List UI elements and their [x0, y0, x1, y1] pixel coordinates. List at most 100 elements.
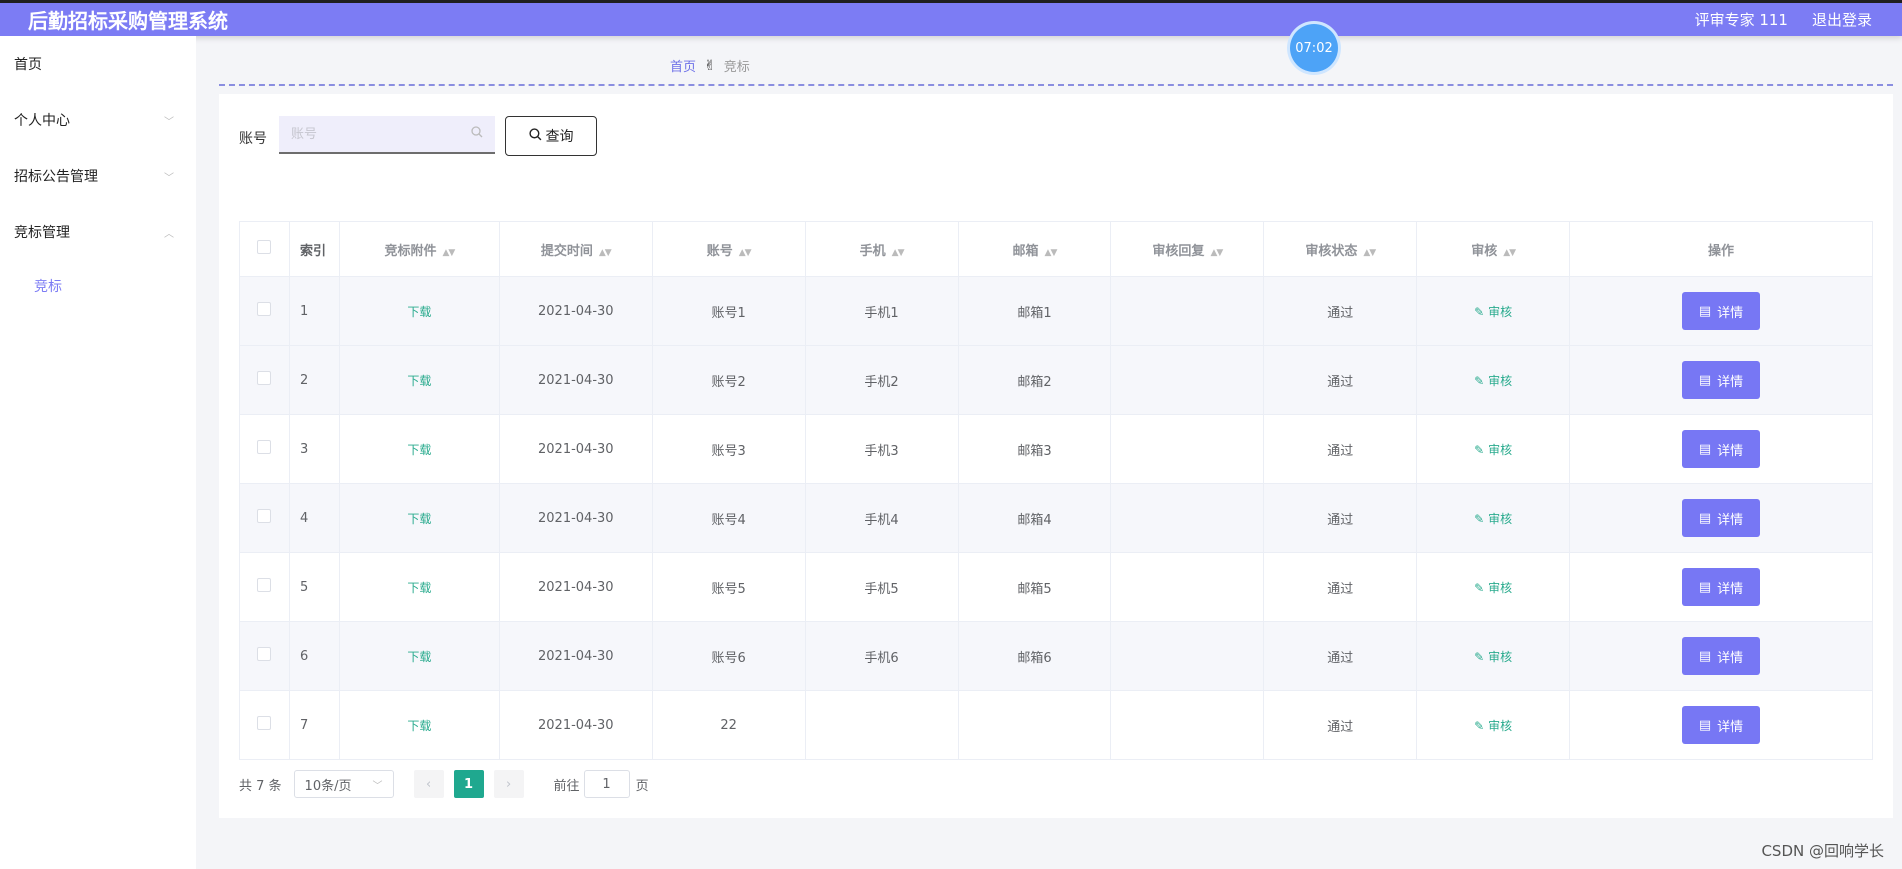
column-header-attachment[interactable]: 竞标附件 ▲▼ — [339, 221, 500, 277]
next-page-button[interactable]: › — [493, 770, 524, 798]
detail-button-label: 详情 — [1717, 650, 1744, 666]
cell-email — [958, 690, 1112, 760]
sidebar-item-bid-management[interactable]: 竞标管理 ︿ — [0, 204, 196, 260]
edit-icon: ✎ — [1474, 718, 1485, 733]
row-checkbox[interactable] — [257, 509, 272, 523]
edit-icon: ✎ — [1474, 304, 1485, 319]
cell-email: 邮箱6 — [958, 621, 1112, 691]
row-checkbox[interactable] — [257, 578, 272, 592]
audit-link[interactable]: ✎ 审核 — [1474, 374, 1512, 388]
cell-time: 2021-04-30 — [499, 276, 653, 346]
watermark: CSDN @回响学长 — [1761, 842, 1884, 860]
column-header-label: 审核 — [1471, 243, 1498, 259]
detail-button[interactable]: ▤ 详情 — [1682, 637, 1761, 675]
chevron-left-icon: ‹ — [425, 776, 432, 792]
sidebar-item-home[interactable]: 首页 — [0, 36, 196, 92]
timer-badge: 07:02 — [1290, 24, 1338, 72]
detail-button[interactable]: ▤ 详情 — [1682, 706, 1761, 744]
cell-action: ▤ 详情 — [1569, 483, 1873, 553]
audit-link[interactable]: ✎ 审核 — [1474, 443, 1512, 457]
detail-button[interactable]: ▤ 详情 — [1682, 361, 1761, 399]
logout-link[interactable]: 退出登录 — [1812, 9, 1872, 30]
cell-attachment: 下载 — [339, 276, 500, 346]
sidebar-subitem-bid[interactable]: 竞标 — [0, 260, 196, 312]
column-header-phone[interactable]: 手机 ▲▼ — [805, 221, 959, 277]
cell-attachment: 下载 — [339, 483, 500, 553]
row-checkbox[interactable] — [257, 440, 272, 454]
download-link[interactable]: 下载 — [407, 443, 431, 457]
sort-icon: ▲▼ — [891, 247, 905, 258]
sidebar-item-tender-notice[interactable]: 招标公告管理 ﹀ — [0, 148, 196, 204]
sidebar: 首页 个人中心 ﹀ 招标公告管理 ﹀ 竞标管理 ︿ 竞标 — [0, 36, 196, 869]
column-header-index: 索引 — [289, 221, 340, 277]
row-checkbox[interactable] — [257, 716, 272, 730]
select-all-cell — [239, 221, 290, 277]
row-checkbox[interactable] — [257, 647, 272, 661]
cell-action: ▤ 详情 — [1569, 552, 1873, 622]
cell-reply — [1110, 690, 1265, 760]
document-icon: ▤ — [1698, 372, 1712, 388]
cell-status: 通过 — [1263, 690, 1418, 760]
detail-button-label: 详情 — [1717, 443, 1744, 459]
audit-link[interactable]: ✎ 审核 — [1474, 581, 1512, 595]
sidebar-item-label: 首页 — [14, 57, 42, 73]
audit-label: 审核 — [1488, 649, 1513, 664]
cell-time: 2021-04-30 — [499, 483, 653, 553]
row-select-cell — [239, 552, 290, 622]
column-header-account[interactable]: 账号 ▲▼ — [652, 221, 806, 277]
cell-phone: 手机1 — [805, 276, 959, 346]
audit-link[interactable]: ✎ 审核 — [1474, 305, 1512, 319]
detail-button[interactable]: ▤ 详情 — [1682, 568, 1761, 606]
breadcrumb-current: 竞标 — [723, 60, 750, 75]
document-icon: ▤ — [1698, 717, 1712, 733]
download-link[interactable]: 下载 — [407, 374, 431, 388]
row-checkbox[interactable] — [257, 302, 272, 316]
download-link[interactable]: 下载 — [407, 650, 431, 664]
audit-link[interactable]: ✎ 审核 — [1474, 650, 1512, 664]
column-header-status[interactable]: 审核状态 ▲▼ — [1263, 221, 1418, 277]
breadcrumb-home[interactable]: 首页 — [670, 56, 696, 75]
cell-reply — [1110, 276, 1265, 346]
audit-link[interactable]: ✎ 审核 — [1474, 719, 1512, 733]
cell-status: 通过 — [1263, 621, 1418, 691]
prev-page-button[interactable]: ‹ — [413, 770, 444, 798]
column-header-audit[interactable]: 审核 ▲▼ — [1416, 221, 1571, 277]
table-header-row: 索引 竞标附件 ▲▼ 提交时间 ▲▼ 账号 ▲▼ 手机 ▲▼ 邮箱 ▲▼ 审核回复 ▲▼ 审… — [239, 221, 1873, 277]
download-link[interactable]: 下载 — [407, 581, 431, 595]
cell-status: 通过 — [1263, 345, 1418, 415]
query-button[interactable]: 查询 — [505, 116, 597, 156]
app-title: 后勤招标采购管理系统 — [28, 9, 228, 33]
cell-action: ▤ 详情 — [1569, 414, 1873, 484]
column-header-time[interactable]: 提交时间 ▲▼ — [499, 221, 653, 277]
detail-button[interactable]: ▤ 详情 — [1682, 292, 1761, 330]
cell-email: 邮箱5 — [958, 552, 1112, 622]
row-checkbox[interactable] — [257, 371, 272, 385]
cell-phone: 手机5 — [805, 552, 959, 622]
download-link[interactable]: 下载 — [407, 512, 431, 526]
sidebar-item-personal-center[interactable]: 个人中心 ﹀ — [0, 92, 196, 148]
detail-button[interactable]: ▤ 详情 — [1682, 499, 1761, 537]
column-header-reply[interactable]: 审核回复 ▲▼ — [1110, 221, 1265, 277]
cell-attachment: 下载 — [339, 345, 500, 415]
document-icon: ▤ — [1698, 303, 1712, 319]
cell-index: 7 — [289, 690, 340, 760]
document-icon: ▤ — [1698, 441, 1712, 457]
page-size-select[interactable]: 10条/页 ﹀ — [293, 770, 394, 798]
sidebar-item-label: 个人中心 — [14, 113, 70, 129]
detail-button[interactable]: ▤ 详情 — [1682, 430, 1761, 468]
search-input[interactable] — [291, 126, 471, 142]
audit-label: 审核 — [1488, 718, 1513, 733]
detail-button-label: 详情 — [1717, 719, 1744, 735]
column-header-email[interactable]: 邮箱 ▲▼ — [958, 221, 1112, 277]
column-header-label: 审核状态 — [1305, 243, 1358, 259]
download-link[interactable]: 下载 — [407, 305, 431, 319]
select-all-checkbox[interactable] — [257, 240, 272, 254]
cell-reply — [1110, 483, 1265, 553]
cell-account: 账号6 — [652, 621, 806, 691]
audit-link[interactable]: ✎ 审核 — [1474, 512, 1512, 526]
cell-time: 2021-04-30 — [499, 621, 653, 691]
download-link[interactable]: 下载 — [407, 719, 431, 733]
column-header-label: 提交时间 — [540, 243, 593, 259]
page-number-button[interactable]: 1 — [453, 770, 484, 798]
goto-page-input[interactable] — [583, 770, 630, 798]
